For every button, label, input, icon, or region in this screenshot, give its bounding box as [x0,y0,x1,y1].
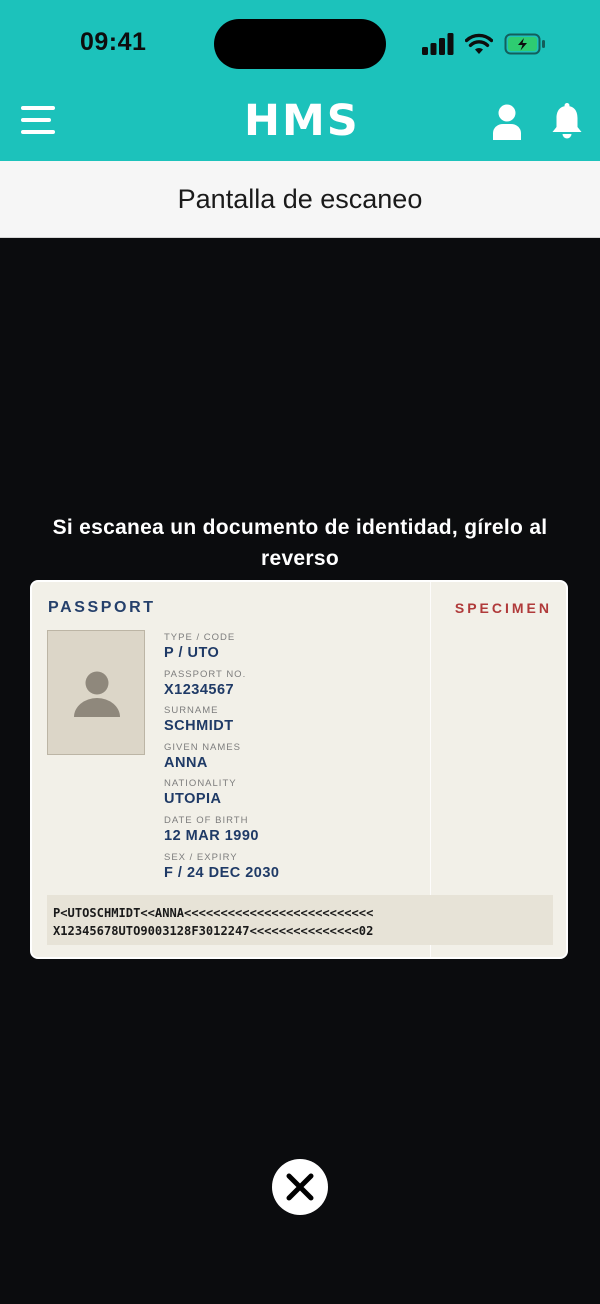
field-value: P / UTO [164,645,220,661]
field-label: DATE OF BIRTH [164,814,249,826]
close-icon [286,1173,314,1201]
profile-button[interactable] [492,104,522,140]
field-label: TYPE / CODE [164,632,236,643]
passport-field: NATIONALITY UTOPIA [164,778,280,813]
passport-photo [47,630,145,755]
scanned-passport-preview: PASSPORT SPECIMEN TYPE / CODE P / UTO PA… [30,580,568,959]
field-label: PASSPORT NO. [164,668,247,680]
field-value: SCHMIDT [164,718,234,735]
field-value: 12 MAR 1990 [164,827,259,844]
user-icon [493,104,521,140]
field-label: SURNAME [164,705,219,717]
field-value: F / 24 DEC 2030 [164,864,280,881]
field-value: X1234567 [164,681,235,698]
field-label: NATIONALITY [164,778,237,790]
field-label: SEX / EXPIRY [164,851,238,863]
passport-field: TYPE / CODE P / UTO [164,632,280,667]
app-header: 09:41 HMS [0,0,600,161]
cellular-signal-icon [422,33,454,55]
field-value: ANNA [164,754,208,771]
field-label: GIVEN NAMES [164,741,241,753]
machine-readable-zone: P<UTOSCHMIDT<<ANNA<<<<<<<<<<<<<<<<<<<<<<… [47,895,553,945]
passport-fields: TYPE / CODE P / UTO PASSPORT NO. X123456… [164,630,280,886]
notifications-button[interactable] [551,103,583,140]
page-title: Pantalla de escaneo [0,161,600,238]
passport-field: SURNAME SCHMIDT [164,705,280,740]
passport-field: PASSPORT NO. X1234567 [164,669,280,704]
status-icons [422,30,546,58]
mrz-line: P<UTOSCHMIDT<<ANNA<<<<<<<<<<<<<<<<<<<<<<… [53,906,374,920]
menu-button[interactable] [21,106,55,136]
scan-instruction: Si escanea un documento de identidad, gí… [52,516,548,570]
status-time: 09:41 [80,28,147,56]
battery-charging-icon [504,33,545,55]
passport-field: GIVEN NAMES ANNA [164,742,280,777]
bell-icon [552,103,582,139]
wifi-icon [465,33,493,54]
passport-field: DATE OF BIRTH 12 MAR 1990 [164,815,280,850]
person-silhouette-icon [74,671,120,717]
field-value: UTOPIA [164,791,222,808]
dynamic-island [214,19,386,69]
specimen-label: SPECIMEN [454,600,552,616]
close-scanner-button[interactable] [272,1159,328,1215]
passport-field: SEX / EXPIRY F / 24 DEC 2030 [164,852,280,887]
app-logo: HMS [244,96,360,146]
hamburger-icon [21,106,55,134]
passport-title: PASSPORT [48,599,156,616]
mrz-line: X12345678UTO9003128F3012247<<<<<<<<<<<<<… [53,924,374,938]
